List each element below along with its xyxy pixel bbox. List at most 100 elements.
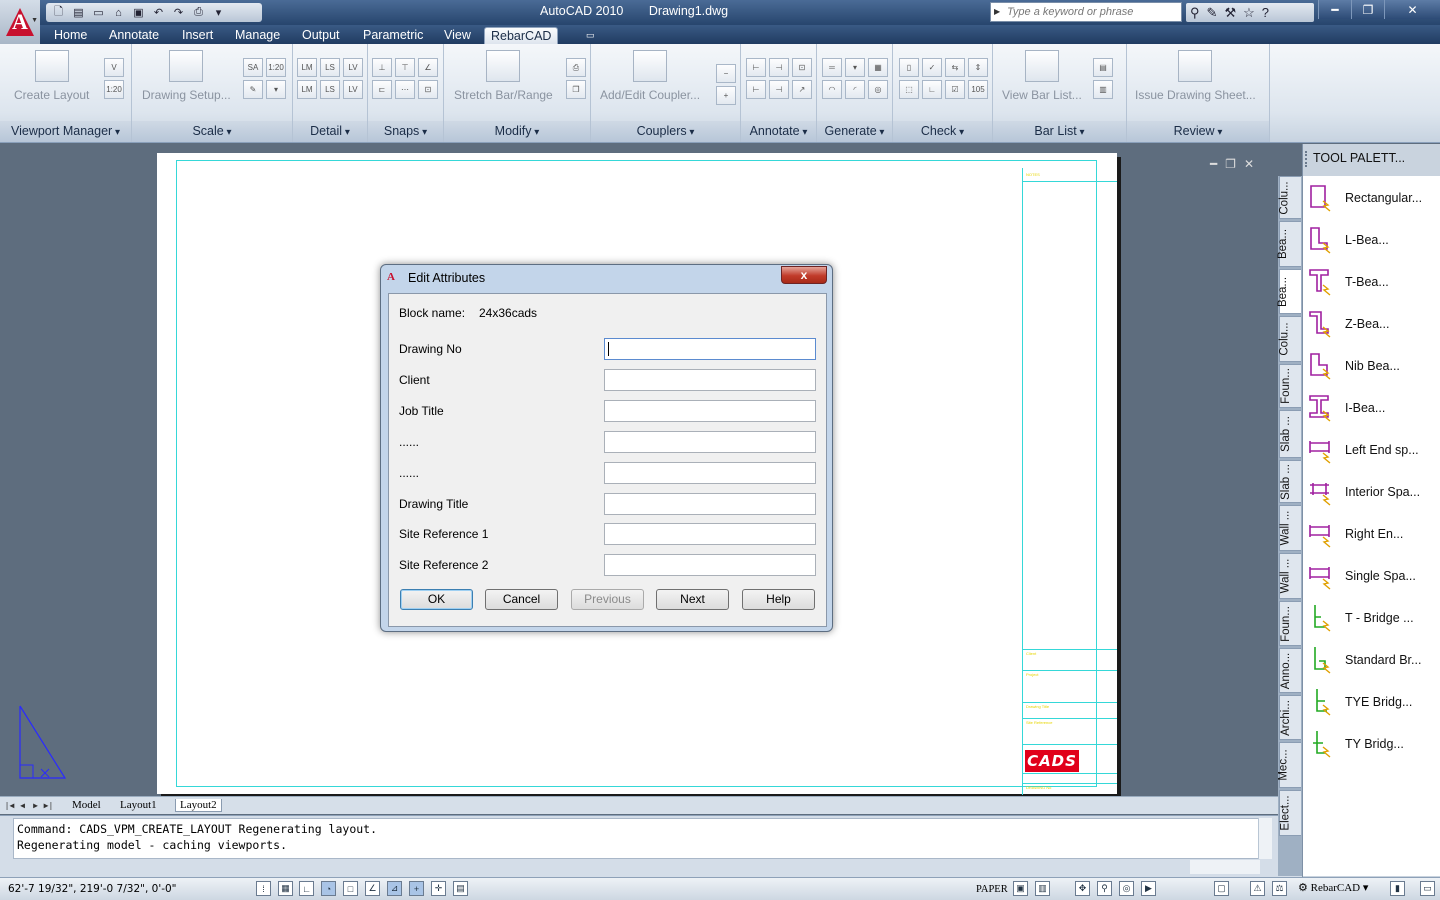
- attribute-input[interactable]: [604, 462, 816, 484]
- wrench-icon[interactable]: ⚒: [1224, 5, 1236, 21]
- annotate-arrow-icon[interactable]: ↗: [792, 80, 812, 99]
- attribute-input[interactable]: [604, 523, 816, 545]
- scale-ratio-icon[interactable]: 1:20: [266, 58, 286, 77]
- generate-table-icon[interactable]: ▦: [868, 58, 888, 77]
- tools-icon[interactable]: ✎: [1207, 5, 1218, 21]
- next-button[interactable]: Next: [656, 589, 729, 610]
- prev-tab-icon[interactable]: ◀: [17, 799, 28, 811]
- previous-button[interactable]: Previous: [571, 589, 644, 610]
- first-tab-icon[interactable]: |◀: [4, 799, 15, 811]
- check-doc-icon[interactable]: ▯: [899, 58, 919, 77]
- tab-model[interactable]: Model: [68, 799, 105, 811]
- tab-insert[interactable]: Insert: [176, 27, 219, 45]
- modify-copy-icon[interactable]: ❐: [566, 80, 586, 99]
- annotate-label-icon[interactable]: ⊢: [746, 58, 766, 77]
- check-count-icon[interactable]: 105: [968, 80, 988, 99]
- steering-wheel-icon[interactable]: ◎: [1119, 881, 1134, 896]
- panel-title-snaps[interactable]: Snaps: [368, 121, 443, 142]
- palette-tool-item[interactable]: Rectangular...: [1307, 180, 1437, 216]
- annotate-dim2-icon[interactable]: ⊣: [769, 80, 789, 99]
- detail-lv2-icon[interactable]: LV: [343, 80, 363, 99]
- dyn-input-icon[interactable]: +: [409, 881, 424, 896]
- tab-parametric[interactable]: Parametric: [357, 27, 429, 45]
- coupler-add-icon[interactable]: +: [716, 86, 736, 105]
- palette-tab[interactable]: Wall ...: [1279, 553, 1301, 599]
- command-history[interactable]: Command: CADS_VPM_CREATE_LAYOUT Regenera…: [13, 818, 1271, 859]
- attribute-input[interactable]: [604, 338, 816, 360]
- detail-lm2-icon[interactable]: LM: [297, 80, 317, 99]
- palette-tool-item[interactable]: TY Bridg...: [1307, 726, 1437, 762]
- snap-mode-icon[interactable]: ⁞: [256, 881, 271, 896]
- stretch-bar-button[interactable]: Stretch Bar/Range: [454, 50, 553, 102]
- palette-tool-item[interactable]: I-Bea...: [1307, 390, 1437, 426]
- osnap-icon[interactable]: □: [343, 881, 358, 896]
- check-swap-icon[interactable]: ⇆: [945, 58, 965, 77]
- drawing-setup-button[interactable]: Drawing Setup...: [142, 50, 231, 102]
- redo-icon[interactable]: ↷: [170, 5, 187, 20]
- cancel-button[interactable]: Cancel: [485, 589, 558, 610]
- attribute-input[interactable]: [604, 493, 816, 515]
- palette-title[interactable]: TOOL PALETT...: [1303, 151, 1440, 171]
- generate-arc-icon[interactable]: ◜: [845, 80, 865, 99]
- attribute-input[interactable]: [604, 431, 816, 453]
- lineweight-icon[interactable]: ✛: [431, 881, 446, 896]
- annotation-visibility-icon[interactable]: ⚠: [1250, 881, 1265, 896]
- palette-tab[interactable]: Colu...: [1279, 176, 1301, 219]
- detail-lm-icon[interactable]: LM: [297, 58, 317, 77]
- detail-ls-icon[interactable]: LS: [320, 58, 340, 77]
- snap-perp-icon[interactable]: ⊥: [372, 58, 392, 77]
- palette-tool-item[interactable]: Single Spa...: [1307, 558, 1437, 594]
- panel-title-bar-list[interactable]: Bar List: [993, 121, 1126, 142]
- palette-tab[interactable]: Foun...: [1279, 601, 1301, 646]
- viewport-scale-icon[interactable]: 1:20: [104, 80, 124, 99]
- check-dash-icon[interactable]: ⬚: [899, 80, 919, 99]
- annotate-tag-icon[interactable]: ⊡: [792, 58, 812, 77]
- ok-button[interactable]: OK: [400, 589, 473, 610]
- issue-sheet-button[interactable]: Issue Drawing Sheet...: [1135, 50, 1256, 102]
- ducs-icon[interactable]: ⊿: [387, 881, 402, 896]
- palette-tool-item[interactable]: Nib Bea...: [1307, 348, 1437, 384]
- snap-end-icon[interactable]: ⊏: [372, 80, 392, 99]
- search-input[interactable]: ▶ Type a keyword or phrase: [990, 2, 1182, 22]
- dialog-titlebar[interactable]: A Edit Attributes: [387, 271, 485, 285]
- palette-tab[interactable]: Elect...: [1279, 790, 1301, 836]
- panel-title-couplers[interactable]: Couplers: [591, 121, 740, 142]
- snap-mid-icon[interactable]: ⋯: [395, 80, 415, 99]
- print-icon[interactable]: ⎙: [190, 5, 207, 20]
- application-menu-button[interactable]: A ▼: [0, 0, 40, 44]
- tab-home[interactable]: Home: [48, 27, 93, 45]
- help-icon[interactable]: ?: [1262, 5, 1269, 20]
- command-scrollbar[interactable]: [1258, 818, 1272, 859]
- palette-tool-item[interactable]: Left End sp...: [1307, 432, 1437, 468]
- tab-manage[interactable]: Manage: [229, 27, 286, 45]
- palette-tab[interactable]: Bea...: [1277, 221, 1301, 267]
- tab-layout2[interactable]: Layout2: [175, 799, 222, 812]
- maximize-viewport-icon[interactable]: ▢: [1214, 881, 1229, 896]
- undo-icon[interactable]: ↶: [150, 5, 167, 20]
- pan-icon[interactable]: ✥: [1075, 881, 1090, 896]
- detail-ls2-icon[interactable]: LS: [320, 80, 340, 99]
- palette-tab[interactable]: Anno...: [1279, 648, 1301, 693]
- scale-sa-icon[interactable]: SA: [243, 58, 263, 77]
- grid-mode-icon[interactable]: ▦: [278, 881, 293, 896]
- lock-icon[interactable]: ▮: [1390, 881, 1405, 896]
- zoom-icon[interactable]: ⚲: [1097, 881, 1112, 896]
- coordinate-readout[interactable]: 62'-7 19/32", 219'-0 7/32", 0'-0": [8, 883, 177, 895]
- quick-view-drawings-icon[interactable]: ▥: [1035, 881, 1050, 896]
- palette-tool-item[interactable]: TYE Bridg...: [1307, 684, 1437, 720]
- snap-box-icon[interactable]: ⊡: [418, 80, 438, 99]
- modify-print-icon[interactable]: ⎙: [566, 58, 586, 77]
- dialog-close-button[interactable]: x: [781, 266, 827, 284]
- add-coupler-button[interactable]: Add/Edit Coupler...: [600, 50, 700, 102]
- close-button[interactable]: ✕: [1384, 0, 1440, 19]
- minimize-button[interactable]: ━: [1318, 0, 1351, 19]
- detail-lv-icon[interactable]: LV: [343, 58, 363, 77]
- annotate-leader-icon[interactable]: ⊣: [769, 58, 789, 77]
- palette-tab[interactable]: Slab ...: [1279, 410, 1301, 458]
- bar-list-export-icon[interactable]: ▥: [1093, 80, 1113, 99]
- panel-title-viewport-manager[interactable]: Viewport Manager: [0, 121, 131, 142]
- scale-edit-icon[interactable]: ✎: [243, 80, 263, 99]
- binoculars-icon[interactable]: ⚲: [1190, 5, 1200, 21]
- generate-circle-icon[interactable]: ◎: [868, 80, 888, 99]
- tab-annotate[interactable]: Annotate: [103, 27, 165, 45]
